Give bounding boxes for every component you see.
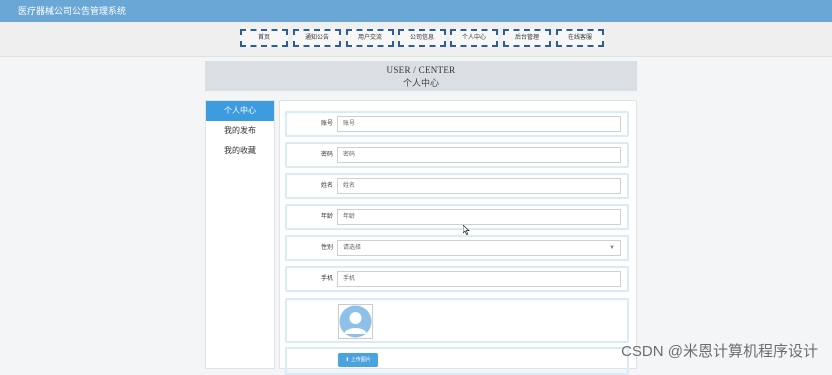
app-title-bar: 医疗器械公司公告管理系统 <box>0 0 832 22</box>
password-input[interactable]: 密码 <box>337 147 621 163</box>
sidebar-item-my-posts[interactable]: 我的发布 <box>206 121 274 141</box>
phone-label: 手机 <box>320 276 333 282</box>
sidebar-item-my-favorites[interactable]: 我的收藏 <box>206 141 274 161</box>
panel-header: USER / CENTER 个人中心 <box>205 61 637 91</box>
panel-title-cn: 个人中心 <box>402 78 439 88</box>
mouse-cursor-icon <box>463 225 470 235</box>
nav-user-exchange[interactable]: 用户交流 <box>346 29 394 47</box>
gender-select[interactable]: 请选择 ▼ <box>337 240 621 256</box>
form-row-age: 年龄 年龄 <box>285 204 629 230</box>
age-input[interactable]: 年龄 <box>337 209 621 225</box>
chevron-down-icon: ▼ <box>609 245 615 251</box>
avatar-row <box>285 298 629 343</box>
top-nav: 首页 通知公告 用户交流 公司信息 个人中心 后台管理 在线客服 <box>0 22 832 57</box>
nav-home[interactable]: 首页 <box>240 29 288 47</box>
nav-personal-center[interactable]: 个人中心 <box>450 29 498 47</box>
upload-button-label: 上传图片 <box>350 357 371 363</box>
name-label: 姓名 <box>320 183 333 189</box>
nav-notices[interactable]: 通知公告 <box>293 29 341 47</box>
nav-online-service[interactable]: 在线客服 <box>556 29 604 47</box>
watermark: CSDN @米恩计算机程序设计 <box>621 343 818 360</box>
nav-admin[interactable]: 后台管理 <box>503 29 551 47</box>
form-row-password: 密码 密码 <box>285 142 629 168</box>
avatar <box>338 304 373 339</box>
panel-title-en: USER / CENTER <box>386 65 456 75</box>
phone-input[interactable]: 手机 <box>337 271 621 287</box>
upload-icon: ⬆ <box>345 357 350 363</box>
sidebar-item-personal-center[interactable]: 个人中心 <box>206 101 274 121</box>
form-row-gender: 性别 请选择 ▼ <box>285 235 629 261</box>
profile-form: 账号 账号 密码 密码 姓名 姓名 年龄 年龄 性别 请选择 ▼ 手机 手机 ⬆… <box>279 100 637 375</box>
gender-label: 性别 <box>320 245 333 251</box>
name-input[interactable]: 姓名 <box>337 178 621 194</box>
password-label: 密码 <box>320 152 333 158</box>
sidebar: 个人中心 我的发布 我的收藏 <box>205 100 275 369</box>
user-avatar-icon <box>339 305 372 338</box>
form-row-name: 姓名 姓名 <box>285 173 629 199</box>
nav-company-info[interactable]: 公司信息 <box>398 29 446 47</box>
upload-image-button[interactable]: ⬆ 上传图片 <box>338 353 378 367</box>
upload-row: ⬆ 上传图片 <box>285 347 629 375</box>
form-row-phone: 手机 手机 <box>285 266 629 292</box>
age-label: 年龄 <box>320 214 333 220</box>
app-title: 医疗器械公司公告管理系统 <box>18 6 127 16</box>
account-label: 账号 <box>320 121 333 127</box>
form-row-account: 账号 账号 <box>285 111 629 137</box>
account-input[interactable]: 账号 <box>337 116 621 132</box>
gender-select-value: 请选择 <box>343 245 362 251</box>
